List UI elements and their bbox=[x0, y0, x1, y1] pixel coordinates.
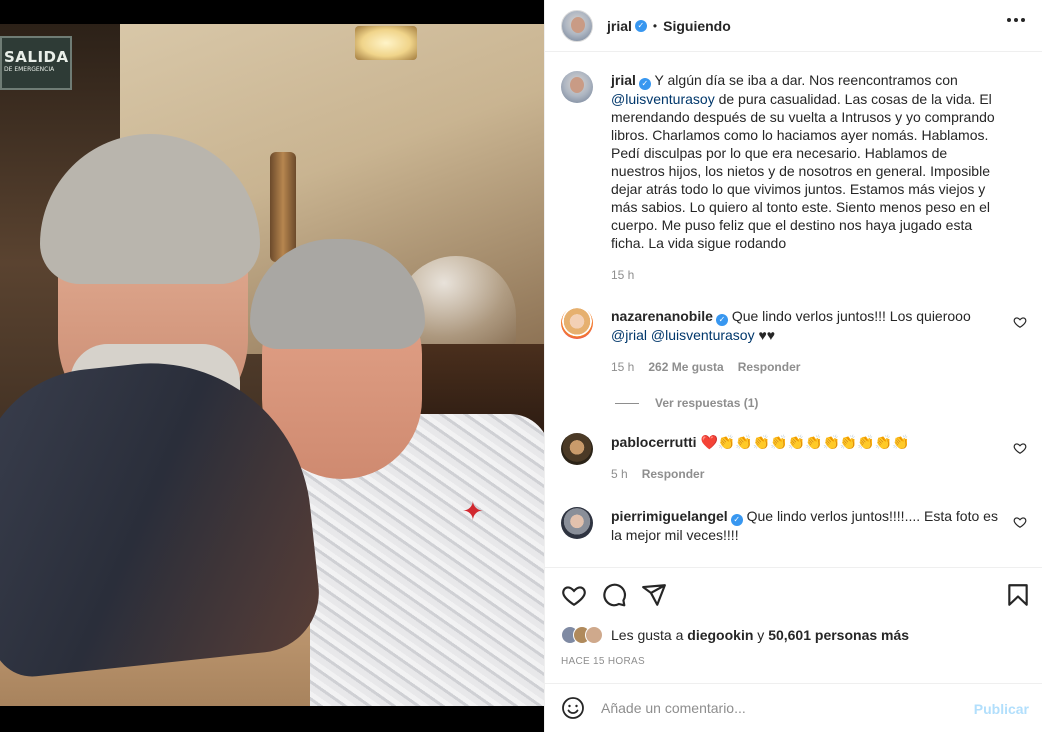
bookmark-icon[interactable] bbox=[1005, 582, 1031, 608]
comment-like-heart-icon[interactable] bbox=[1013, 441, 1027, 455]
comment-mention[interactable]: @luisventurasoy bbox=[651, 327, 755, 343]
likes-prefix: Les gusta a bbox=[611, 627, 684, 643]
comment-item: pierrimiguelangel ✓ Que lindo verlos junt… bbox=[561, 507, 1027, 544]
comment-body: pierrimiguelangel ✓ Que lindo verlos junt… bbox=[611, 507, 1001, 544]
caption-mention[interactable]: @luisventurasoy bbox=[611, 91, 715, 107]
post-timestamp[interactable]: HACE 15 HORAS bbox=[561, 656, 645, 667]
verified-badge-icon: ✓ bbox=[638, 78, 651, 90]
comment-body: nazarenanobile ✓ Que lindo verlos juntos!… bbox=[611, 307, 1001, 376]
post-header: jrial ✓ • Siguiendo bbox=[545, 0, 1042, 52]
likes-summary: Les gusta a diegookin y 50,601 personas … bbox=[561, 626, 909, 644]
comment-avatar[interactable] bbox=[561, 307, 593, 339]
comment-like-heart-icon[interactable] bbox=[1013, 315, 1027, 329]
caption-text-2: de pura casualidad. Las cosas de la vida… bbox=[611, 91, 995, 251]
post-photo[interactable]: SALIDA DE EMERGENCIA ✦ bbox=[0, 24, 544, 706]
exit-sign-text: SALIDA bbox=[4, 48, 69, 66]
instagram-post-modal: SALIDA DE EMERGENCIA ✦ jrial ✓ • Siguien… bbox=[0, 0, 1042, 732]
caption-time[interactable]: 15 h bbox=[611, 266, 634, 284]
header-separator: • bbox=[652, 18, 658, 33]
comment-meta: 15 h 262 Me gusta Responder bbox=[611, 358, 1001, 376]
comment-like-heart-icon[interactable] bbox=[1013, 515, 1027, 529]
verified-badge-icon: ✓ bbox=[634, 19, 647, 32]
verified-badge-icon: ✓ bbox=[730, 514, 743, 526]
comment-time[interactable]: 5 h bbox=[611, 465, 628, 483]
post-actions: Les gusta a diegookin y 50,601 personas … bbox=[545, 567, 1042, 683]
comments-list: jrial ✓ Y algún día se iba a dar. Nos ree… bbox=[545, 53, 1042, 567]
author-avatar[interactable] bbox=[561, 9, 593, 42]
following-button[interactable]: Siguiendo bbox=[663, 18, 731, 34]
comment-username[interactable]: pablocerrutti bbox=[611, 434, 697, 450]
comment-item: pablocerrutti ❤️👏👏👏👏👏👏👏👏👏👏👏 5 h Responde… bbox=[561, 433, 1027, 483]
author-username[interactable]: jrial bbox=[607, 18, 632, 34]
caption-meta: 15 h bbox=[611, 266, 1001, 284]
likes-count[interactable]: 50,601 personas más bbox=[768, 627, 909, 643]
caption: jrial ✓ Y algún día se iba a dar. Nos ree… bbox=[561, 71, 1027, 284]
caption-username[interactable]: jrial bbox=[611, 72, 636, 88]
liker-avatars[interactable] bbox=[561, 626, 603, 644]
photo-panel: SALIDA DE EMERGENCIA ✦ bbox=[0, 0, 544, 732]
verified-badge-icon: ✓ bbox=[715, 314, 728, 326]
jumpman-logo: ✦ bbox=[462, 496, 484, 526]
caption-avatar[interactable] bbox=[561, 71, 593, 103]
share-icon[interactable] bbox=[641, 582, 667, 608]
emoji-icon[interactable] bbox=[561, 696, 585, 720]
comment-likes[interactable]: 262 Me gusta bbox=[648, 358, 723, 376]
reply-button[interactable]: Responder bbox=[738, 358, 801, 376]
more-options-icon[interactable] bbox=[1007, 18, 1025, 22]
caption-body: jrial ✓ Y algún día se iba a dar. Nos ree… bbox=[611, 71, 1001, 284]
comment-body: pablocerrutti ❤️👏👏👏👏👏👏👏👏👏👏👏 5 h Responde… bbox=[611, 433, 1001, 483]
comment-time[interactable]: 15 h bbox=[611, 358, 634, 376]
comment-avatar[interactable] bbox=[561, 433, 593, 465]
comment-text-end: ♥♥ bbox=[758, 327, 776, 343]
likes-conj: y bbox=[757, 627, 765, 643]
comment-item: nazarenanobile ✓ Que lindo verlos juntos!… bbox=[561, 307, 1027, 376]
caption-text-1: Y algún día se iba a dar. Nos reencontra… bbox=[654, 72, 958, 88]
photo-pole bbox=[270, 152, 296, 262]
photo-lamp bbox=[355, 26, 417, 60]
comment-text: Que lindo verlos juntos!!! Los quierooo bbox=[731, 308, 971, 324]
reply-button[interactable]: Responder bbox=[642, 465, 705, 483]
photo-exit-sign: SALIDA DE EMERGENCIA bbox=[0, 36, 72, 90]
comment-username[interactable]: pierrimiguelangel bbox=[611, 508, 728, 524]
likes-user[interactable]: diegookin bbox=[687, 627, 753, 643]
post-sidebar: jrial ✓ • Siguiendo jrial ✓ Y algún día s… bbox=[544, 0, 1042, 732]
heart-icon[interactable] bbox=[561, 582, 587, 608]
comment-mention[interactable]: @jrial bbox=[611, 327, 647, 343]
comment-input[interactable] bbox=[601, 700, 961, 716]
add-comment-bar: Publicar bbox=[545, 683, 1042, 732]
view-replies-button[interactable]: Ver respuestas (1) bbox=[615, 396, 758, 410]
exit-sign-sub: DE EMERGENCIA bbox=[4, 66, 55, 73]
publish-button[interactable]: Publicar bbox=[974, 701, 1029, 717]
comment-username[interactable]: nazarenanobile bbox=[611, 308, 713, 324]
comment-meta: 5 h Responder bbox=[611, 465, 1001, 483]
comment-avatar[interactable] bbox=[561, 507, 593, 539]
comment-icon[interactable] bbox=[601, 582, 627, 608]
comment-text: ❤️👏👏👏👏👏👏👏👏👏👏👏 bbox=[700, 434, 910, 450]
